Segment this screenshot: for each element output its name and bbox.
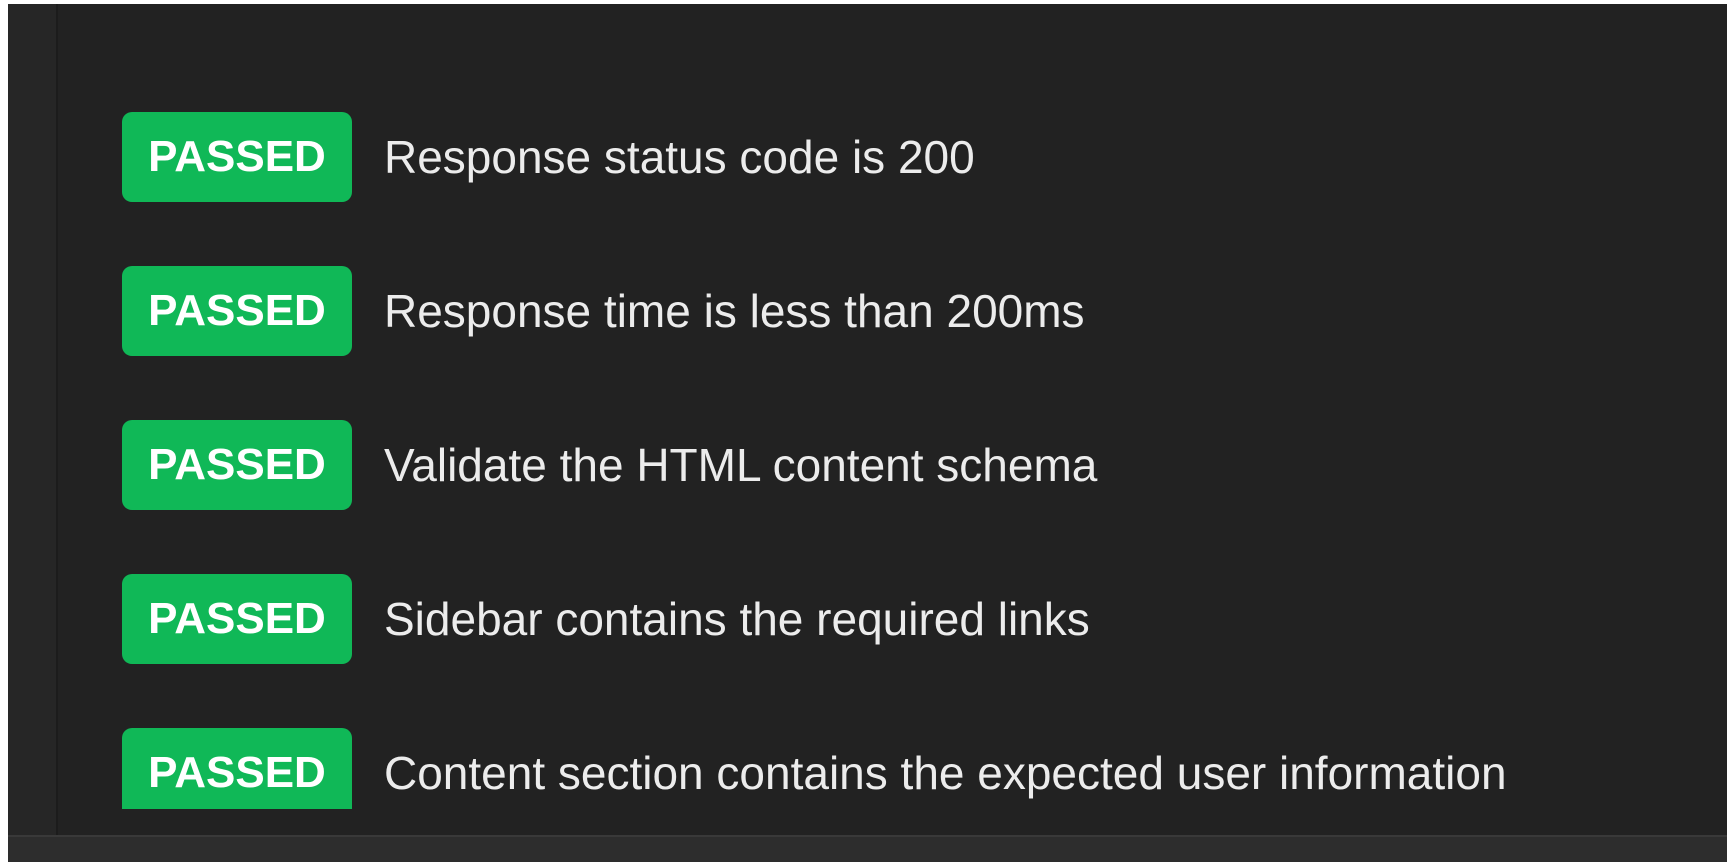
left-edge	[0, 0, 8, 862]
test-name: Response time is less than 200ms	[384, 285, 1085, 337]
test-name: Response status code is 200	[384, 131, 975, 183]
test-result-row[interactable]: PASSED Content section contains the expe…	[122, 728, 1702, 809]
test-name: Content section contains the expected us…	[384, 747, 1507, 799]
test-name: Validate the HTML content schema	[384, 439, 1098, 491]
passed-status-badge: PASSED	[122, 574, 352, 664]
test-result-row[interactable]: PASSED Sidebar contains the required lin…	[122, 574, 1702, 664]
passed-status-badge: PASSED	[122, 728, 352, 809]
test-results-scroll-area[interactable]: PASSED Response status code is 200 PASSE…	[58, 4, 1727, 809]
test-result-row[interactable]: PASSED Response time is less than 200ms	[122, 266, 1702, 356]
passed-status-badge: PASSED	[122, 112, 352, 202]
footer-bar	[8, 835, 1727, 862]
test-results-window: PASSED Response status code is 200 PASSE…	[0, 0, 1727, 862]
test-results-list: PASSED Response status code is 200 PASSE…	[122, 112, 1702, 809]
test-results-panel: PASSED Response status code is 200 PASSE…	[58, 4, 1727, 835]
test-name: Sidebar contains the required links	[384, 593, 1090, 645]
test-result-row[interactable]: PASSED Response status code is 200	[122, 112, 1702, 202]
passed-status-badge: PASSED	[122, 420, 352, 510]
test-result-row[interactable]: PASSED Validate the HTML content schema	[122, 420, 1702, 510]
passed-status-badge: PASSED	[122, 266, 352, 356]
left-gutter	[8, 4, 58, 835]
